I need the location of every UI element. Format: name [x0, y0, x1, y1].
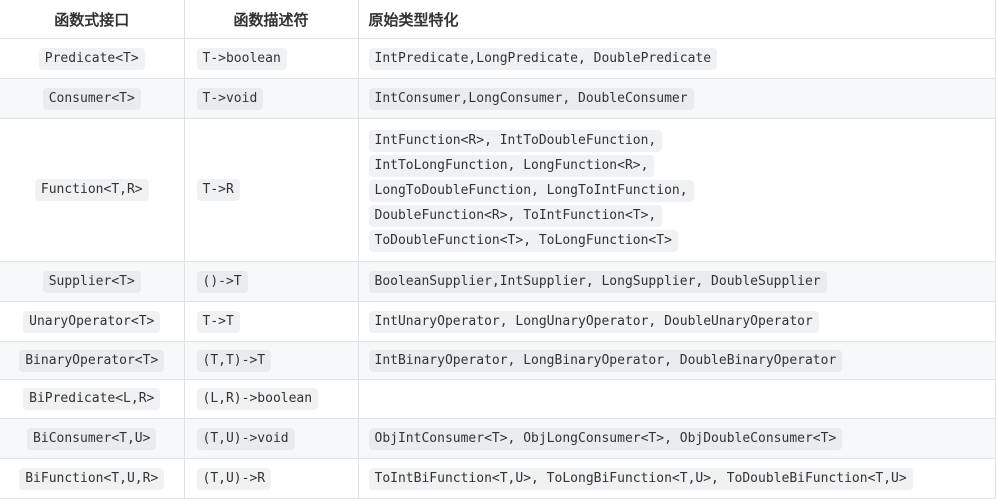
table-row: Predicate<T> T->boolean IntPredicate,Lon… [0, 38, 996, 79]
descriptor-cell: (T,U)->R [183, 458, 359, 499]
descriptor-cell: T->T [183, 301, 359, 342]
interface-cell: Supplier<T> [0, 261, 185, 302]
interface-cell: BiFunction<T,U,R> [0, 458, 185, 499]
interface-code: BiConsumer<T,U> [27, 427, 157, 450]
table-row: Function<T,R> T->R IntFunction<R>, IntTo… [0, 118, 996, 262]
table-row: Consumer<T> T->void IntConsumer,LongCons… [0, 78, 996, 119]
descriptor-code: ()->T [196, 270, 248, 293]
specialization-cell-empty [357, 379, 996, 419]
table-row: UnaryOperator<T> T->T IntUnaryOperator, … [0, 301, 996, 342]
descriptor-code: T->R [196, 179, 240, 201]
interface-cell: Function<T,R> [0, 118, 185, 262]
specialization-code: IntPredicate,LongPredicate, DoublePredic… [368, 47, 718, 70]
descriptor-cell: T->void [183, 78, 359, 119]
table-row: BiConsumer<T,U> (T,U)->void ObjIntConsum… [0, 418, 996, 459]
specialization-code: BooleanSupplier,IntSupplier, LongSupplie… [368, 270, 827, 293]
specialization-code: IntToLongFunction, LongFunction<R>, [368, 154, 655, 177]
interface-code: Function<T,R> [34, 179, 149, 201]
specialization-cell: IntFunction<R>, IntToDoubleFunction, Int… [357, 118, 996, 262]
specialization-code: ObjIntConsumer<T>, ObjLongConsumer<T>, O… [368, 427, 843, 450]
specialization-code: IntUnaryOperator, LongUnaryOperator, Dou… [368, 310, 819, 333]
interface-code: Supplier<T> [42, 270, 141, 293]
interface-code: Consumer<T> [42, 87, 141, 110]
header-primitive-specialization: 原始类型特化 [358, 0, 996, 39]
interface-cell: BiPredicate<L,R> [0, 379, 185, 419]
specialization-code: ToDoubleFunction<T>, ToLongFunction<T> [368, 229, 678, 252]
table-row: Supplier<T> ()->T BooleanSupplier,IntSup… [0, 261, 996, 302]
table-row: BinaryOperator<T> (T,T)->T IntBinaryOper… [0, 341, 996, 380]
descriptor-code: (T,T)->T [196, 349, 272, 372]
specialization-cell: ToIntBiFunction<T,U>, ToLongBiFunction<T… [357, 458, 996, 499]
interface-code: Predicate<T> [38, 47, 145, 70]
functional-interface-table: 函数式接口 函数描述符 原始类型特化 Predicate<T> T->boole… [0, 0, 996, 499]
descriptor-code: T->boolean [196, 47, 287, 70]
specialization-cell: IntBinaryOperator, LongBinaryOperator, D… [357, 341, 996, 380]
interface-code: BiFunction<T,U,R> [19, 467, 165, 490]
specialization-cell: BooleanSupplier,IntSupplier, LongSupplie… [357, 261, 996, 302]
specialization-cell: IntPredicate,LongPredicate, DoublePredic… [357, 38, 996, 79]
descriptor-cell: (T,U)->void [183, 418, 359, 459]
descriptor-code: (T,U)->void [196, 427, 295, 450]
descriptor-code: T->T [196, 310, 240, 333]
specialization-code: LongToDoubleFunction, LongToIntFunction, [368, 179, 694, 202]
specialization-cell: IntConsumer,LongConsumer, DoubleConsumer [357, 78, 996, 119]
specialization-code: ToIntBiFunction<T,U>, ToLongBiFunction<T… [368, 467, 913, 490]
interface-cell: UnaryOperator<T> [0, 301, 185, 342]
descriptor-code: T->void [196, 87, 264, 110]
descriptor-cell: (L,R)->boolean [183, 379, 359, 419]
specialization-cell: ObjIntConsumer<T>, ObjLongConsumer<T>, O… [357, 418, 996, 459]
specialization-code: IntConsumer,LongConsumer, DoubleConsumer [368, 87, 694, 110]
descriptor-cell: T->boolean [183, 38, 359, 79]
descriptor-code: (T,U)->R [196, 467, 272, 490]
interface-cell: Predicate<T> [0, 38, 185, 79]
descriptor-cell: ()->T [183, 261, 359, 302]
interface-cell: BinaryOperator<T> [0, 341, 185, 380]
interface-cell: Consumer<T> [0, 78, 185, 119]
specialization-cell: IntUnaryOperator, LongUnaryOperator, Dou… [357, 301, 996, 342]
table-header-row: 函数式接口 函数描述符 原始类型特化 [0, 0, 996, 39]
interface-cell: BiConsumer<T,U> [0, 418, 185, 459]
table-row: BiFunction<T,U,R> (T,U)->R ToIntBiFuncti… [0, 458, 996, 499]
interface-code: BiPredicate<L,R> [23, 388, 161, 410]
specialization-code: DoubleFunction<R>, ToIntFunction<T>, [368, 204, 663, 227]
descriptor-cell: (T,T)->T [183, 341, 359, 380]
descriptor-cell: T->R [183, 118, 359, 262]
interface-code: UnaryOperator<T> [23, 310, 161, 333]
specialization-code: IntFunction<R>, IntToDoubleFunction, [368, 129, 663, 152]
interface-code: BinaryOperator<T> [19, 349, 165, 372]
header-interface: 函数式接口 [0, 0, 185, 39]
table-row: BiPredicate<L,R> (L,R)->boolean [0, 379, 996, 419]
header-descriptor: 函数描述符 [184, 0, 359, 39]
descriptor-code: (L,R)->boolean [196, 388, 319, 410]
specialization-code: IntBinaryOperator, LongBinaryOperator, D… [368, 349, 843, 372]
